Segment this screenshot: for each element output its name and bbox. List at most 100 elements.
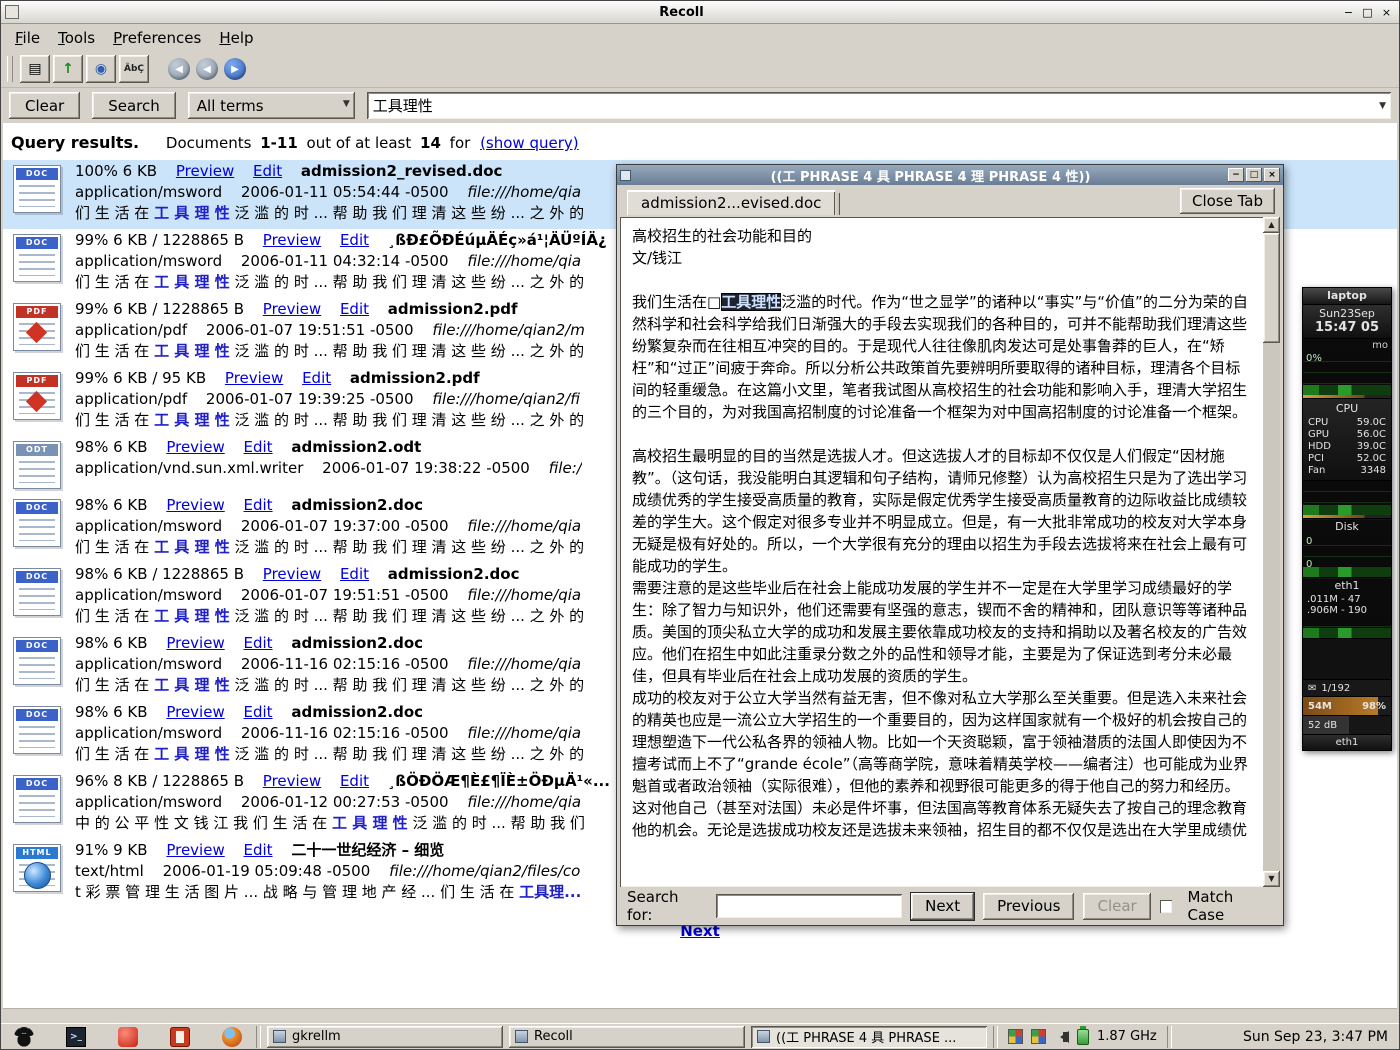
desktop-menu-icon[interactable] [14, 1027, 34, 1047]
preview-link[interactable]: Preview [166, 703, 224, 721]
gkrellm-mail[interactable]: ✉ 1/192 [1303, 680, 1391, 697]
scroll-down-icon[interactable]: ▼ [1263, 871, 1280, 887]
red-app-icon[interactable] [118, 1027, 138, 1047]
taskbar-window-button[interactable]: gkrellm [267, 1026, 503, 1048]
result-datetime: 2006-01-19 05:09:48 -0500 [163, 862, 371, 880]
result-snippet: 们 生 活 在 [75, 411, 154, 429]
edit-link[interactable]: Edit [340, 300, 369, 318]
edit-link[interactable]: Edit [244, 496, 273, 514]
preview-link[interactable]: Preview [176, 162, 234, 180]
volume-icon[interactable] [1054, 1031, 1069, 1043]
preview-link[interactable]: Preview [263, 300, 321, 318]
table-icon: ▤ [28, 61, 41, 77]
scroll-up-icon[interactable]: ▲ [1263, 217, 1280, 233]
taskbar-window-button[interactable]: ((工 PHRASE 4 具 PHRASE ... [751, 1026, 987, 1048]
edit-link[interactable]: Edit [244, 634, 273, 652]
doc-heading: 高校招生的社会功能和目的 [632, 225, 1252, 247]
preview-link[interactable]: Preview [166, 841, 224, 859]
close-button[interactable]: × [1378, 5, 1395, 20]
tray-app-icon[interactable] [1031, 1029, 1046, 1044]
toolbar-handle[interactable] [7, 56, 13, 82]
sort-button[interactable]: ↑ [53, 55, 83, 83]
preview-titlebar[interactable]: ((工 PHRASE 4 具 PHRASE 4 理 PHRASE 4 性)) −… [617, 165, 1283, 185]
gkrellm-volume[interactable]: 52 dB [1303, 716, 1391, 735]
forward-arrow-icon: ▶ [231, 64, 239, 75]
preview-link[interactable]: Preview [263, 231, 321, 249]
result-snippet: 们 生 活 在 [75, 745, 154, 763]
file-type-label: DOC [16, 168, 58, 180]
edit-link[interactable]: Edit [302, 369, 331, 387]
preview-link[interactable]: Preview [166, 438, 224, 456]
cpu-usage-chart: 0% [1303, 351, 1391, 395]
edit-link[interactable]: Edit [244, 438, 273, 456]
preview-link[interactable]: Preview [225, 369, 283, 387]
edit-link[interactable]: Edit [244, 841, 273, 859]
result-snippet: t 彩 票 管 理 生 活 图 片 ... 战 略 与 管 理 地 产 经 ..… [75, 883, 519, 901]
firefox-icon[interactable] [222, 1027, 242, 1047]
maximize-button[interactable]: □ [1359, 5, 1376, 20]
preview-tab[interactable]: admission2...evised.doc [627, 190, 835, 215]
query-input-wrap: ▼ [367, 92, 1391, 119]
clear-button[interactable]: Clear [9, 92, 80, 119]
tray-app-icon[interactable] [1008, 1029, 1023, 1044]
find-next-button[interactable]: Next [911, 893, 974, 920]
search-mode-select[interactable]: All terms ▼ [188, 92, 355, 119]
preview-link[interactable]: Preview [263, 565, 321, 583]
show-query-link[interactable]: (show query) [480, 134, 579, 152]
back-arrow-icon: ◀ [203, 64, 211, 75]
window-menu-icon[interactable] [5, 5, 19, 19]
history-button[interactable]: ◉ [86, 55, 116, 83]
menu-item[interactable]: Help [211, 27, 261, 49]
clipboard-app-icon[interactable] [170, 1027, 190, 1047]
preview-maximize-button[interactable]: □ [1246, 168, 1262, 182]
terminal-launcher-icon[interactable]: >_ [66, 1027, 86, 1047]
preview-text-area[interactable]: 高校招生的社会功能和目的 文/钱江 我们生活在□工具理性泛滥的时代。作为“世之显… [620, 217, 1280, 887]
edit-link[interactable]: Edit [340, 565, 369, 583]
prev-page-button[interactable]: ◀ [196, 58, 218, 80]
result-score-size: 91% 9 KB [75, 841, 148, 859]
result-snippet: 泛 滥 的 时 ... 帮 助 我 们 理 清 这 些 纷 ... 之 外 的 [230, 745, 584, 763]
result-score-size: 98% 6 KB [75, 634, 148, 652]
edit-link[interactable]: Edit [253, 162, 282, 180]
gkrellm-disk: Disk 0 0 [1303, 520, 1391, 578]
menu-item[interactable]: File [7, 27, 48, 49]
find-previous-button[interactable]: Previous [983, 893, 1074, 920]
scrollbar-thumb[interactable] [1263, 233, 1280, 343]
edit-link[interactable]: Edit [340, 231, 369, 249]
close-tab-button[interactable]: Close Tab [1180, 188, 1275, 214]
preview-minimize-button[interactable]: − [1228, 168, 1244, 182]
highlight-term: 工 具 理 性 [154, 204, 230, 222]
edit-link[interactable]: Edit [340, 772, 369, 790]
result-score-size: 98% 6 KB [75, 438, 148, 456]
edit-link[interactable]: Edit [244, 703, 273, 721]
preview-link[interactable]: Preview [166, 496, 224, 514]
match-case-checkbox[interactable] [1160, 900, 1173, 913]
preview-close-button[interactable]: × [1264, 168, 1280, 182]
preview-link[interactable]: Preview [166, 634, 224, 652]
query-history-dropdown-icon[interactable]: ▼ [1379, 101, 1386, 111]
find-input[interactable] [716, 894, 902, 918]
preview-scrollbar[interactable]: ▲ ▼ [1263, 217, 1280, 887]
gkrellm-proc-chart [1303, 481, 1391, 519]
highlight-term: 工 具 理 性 [154, 342, 230, 360]
next-page-button[interactable]: ▶ [224, 58, 246, 80]
spell-button[interactable]: ÂbÇ [119, 55, 149, 83]
taskbar-window-button[interactable]: Recoll [509, 1026, 745, 1048]
query-details-button[interactable]: ▤ [20, 55, 50, 83]
battery-icon[interactable] [1077, 1029, 1089, 1045]
gkrellm-hostname[interactable]: laptop [1303, 288, 1391, 305]
first-page-button[interactable]: ◀ [168, 58, 190, 80]
menu-item[interactable]: Tools [50, 27, 103, 49]
find-clear-button[interactable]: Clear [1083, 893, 1150, 920]
highlight-term: 工具理性 [721, 293, 781, 311]
preview-link[interactable]: Preview [263, 772, 321, 790]
minimize-button[interactable]: − [1340, 5, 1357, 20]
result-score-size: 98% 6 KB [75, 703, 148, 721]
volume-value: 52 dB [1308, 720, 1337, 731]
query-input[interactable] [371, 95, 1371, 116]
blue-orb-icon: ◉ [95, 61, 107, 77]
search-button[interactable]: Search [92, 92, 176, 119]
result-filename: admission2.doc [291, 634, 423, 652]
menu-item[interactable]: Preferences [105, 27, 209, 49]
taskbar-clock: Sun Sep 23, 3:47 PM [1243, 1029, 1394, 1045]
